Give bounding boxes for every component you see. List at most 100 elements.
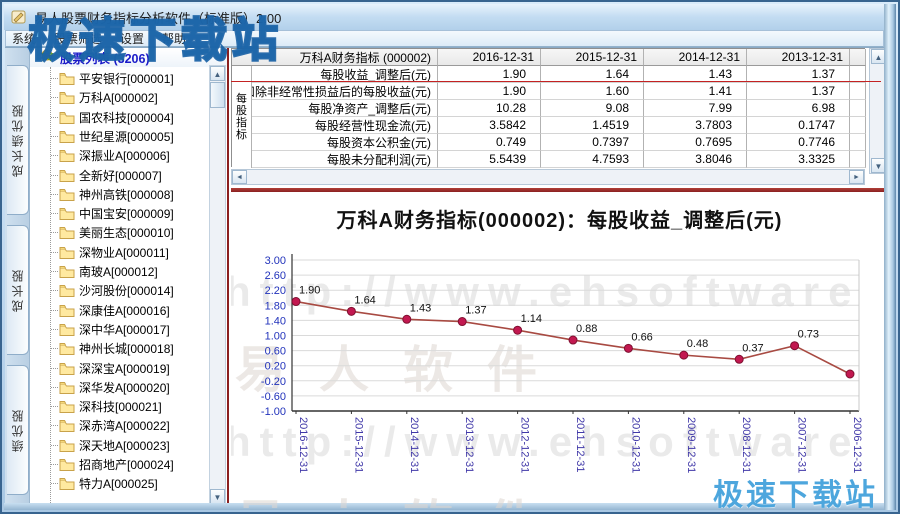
- folder-icon: [59, 304, 75, 317]
- tree-item-label: 平安银行[000001]: [79, 70, 174, 87]
- table-cell[interactable]: 0.1747: [747, 117, 850, 134]
- stock-list-title: 股票列表 (3206): [60, 48, 150, 67]
- tree-branch-line: [51, 117, 58, 118]
- tree-item[interactable]: 美丽生态[000010]: [30, 223, 174, 242]
- menu-item-3[interactable]: 设置: [120, 30, 144, 47]
- y-tick-label: 0.20: [265, 361, 286, 373]
- tree-item-label: 沙河股份[000014]: [79, 282, 174, 299]
- table-row-label[interactable]: 每股未分配利润(元): [252, 151, 438, 168]
- table-cell[interactable]: 1.41: [644, 83, 747, 100]
- folder-icon: [59, 72, 75, 85]
- table-corner-header: 万科A财务指标 (000002): [232, 49, 438, 66]
- table-cell[interactable]: 3.7803: [644, 117, 747, 134]
- table-cell[interactable]: 3.5842: [438, 117, 541, 134]
- tree-item[interactable]: 深赤湾A[000022]: [30, 416, 170, 435]
- table-column-header[interactable]: 2013-12-31: [747, 49, 850, 66]
- x-tick-label: 2006-12-31: [851, 417, 863, 473]
- tree-item[interactable]: 深中华A[000017]: [30, 320, 170, 339]
- tree-item[interactable]: 世纪星源[000005]: [30, 127, 174, 146]
- tree-branch-line: [51, 78, 58, 79]
- table-column-header[interactable]: 2014-12-31: [644, 49, 747, 66]
- table-row-label[interactable]: 每股资本公积金(元): [252, 134, 438, 151]
- tree-item-label: 招商地产[000024]: [79, 456, 174, 473]
- scroll-down-icon[interactable]: ▼: [210, 489, 225, 504]
- stock-tree: 平安银行[000001]万科A[000002] 国农科技[000004]世纪星源[…: [30, 67, 209, 508]
- y-tick-label: 2.60: [265, 270, 286, 282]
- tree-item[interactable]: 神州长城[000018]: [30, 339, 174, 358]
- tree-item[interactable]: 深深宝A[000019]: [30, 359, 170, 378]
- tree-item[interactable]: 深华发A[000020]: [30, 378, 170, 397]
- table-cell[interactable]: 6.98: [747, 100, 850, 117]
- menu-item-1[interactable]: 系统: [12, 30, 36, 47]
- table-cell[interactable]: 3.3325: [747, 151, 850, 168]
- table-cell[interactable]: 9.08: [541, 100, 644, 117]
- table-cell[interactable]: 3.8046: [644, 151, 747, 168]
- table-cell[interactable]: 0.7397: [541, 134, 644, 151]
- table-row-label[interactable]: 每股净资产_调整后(元): [252, 100, 438, 117]
- table-cell[interactable]: 1.60: [541, 83, 644, 100]
- y-tick-label: 1.00: [265, 331, 286, 343]
- tree-item[interactable]: 招商地产[000024]: [30, 455, 174, 474]
- table-cell[interactable]: 1.90: [438, 83, 541, 100]
- data-point: [347, 307, 355, 315]
- stock-list-root[interactable]: 股票列表 (3206): [30, 48, 227, 67]
- tree-item[interactable]: 深康佳A[000016]: [30, 301, 170, 320]
- table-row-label[interactable]: 扣除非经常性损益后的每股收益(元): [252, 83, 438, 100]
- table-cell[interactable]: 4.7593: [541, 151, 644, 168]
- tree-item[interactable]: 深科技[000021]: [30, 397, 162, 416]
- table-cell[interactable]: 10.28: [438, 100, 541, 117]
- tree-item[interactable]: 南玻A[000012]: [30, 262, 158, 281]
- data-point-label: 1.90: [299, 285, 320, 297]
- stock-list-scrollbar[interactable]: ▲ ▼: [209, 65, 226, 505]
- y-tick-label: -1.00: [261, 406, 286, 418]
- table-column-header[interactable]: 2016-12-31: [438, 49, 541, 66]
- tree-item[interactable]: 深物业A[000011]: [30, 243, 169, 262]
- tree-item[interactable]: 深振业A[000006]: [30, 146, 170, 165]
- tree-branch-line: [51, 136, 58, 137]
- table-row-stub: [850, 100, 866, 117]
- scrollbar-thumb[interactable]: [210, 82, 225, 108]
- folder-icon: [59, 342, 75, 355]
- side-tab-1[interactable]: 成长绩优股: [7, 65, 29, 215]
- side-tab-3[interactable]: 绩优股: [7, 365, 29, 495]
- table-row-label[interactable]: 每股经营性现金流(元): [252, 117, 438, 134]
- y-tick-label: 1.40: [265, 315, 286, 327]
- table-hscrollbar[interactable]: ◄ ►: [231, 169, 865, 185]
- tree-item[interactable]: 国农科技[000004]: [30, 108, 174, 127]
- tree-item[interactable]: 中国宝安[000009]: [30, 204, 174, 223]
- scroll-up-icon[interactable]: ▲: [210, 66, 225, 81]
- side-tab-2[interactable]: 成长股: [7, 225, 29, 355]
- tree-branch-line: [51, 271, 58, 272]
- tree-branch-line: [51, 155, 58, 156]
- window-title: 易人股票财务指标分析软件（标准版）2.00: [35, 8, 281, 27]
- table-scroll-right-icon[interactable]: ►: [849, 170, 864, 184]
- data-point-label: 0.88: [576, 323, 597, 335]
- client-area: 成长绩优股成长股绩优股 股票列表 (3206) 平安银行[000001]万科A[…: [5, 47, 888, 507]
- table-cell[interactable]: 0.7695: [644, 134, 747, 151]
- table-scroll-left-icon[interactable]: ◄: [232, 170, 247, 184]
- table-cell[interactable]: 1.37: [747, 83, 850, 100]
- tree-item[interactable]: 万科A[000002]: [30, 88, 158, 107]
- table-cell[interactable]: 0.7746: [747, 134, 850, 151]
- table-cell[interactable]: 5.5439: [438, 151, 541, 168]
- tree-item[interactable]: 深天地A[000023]: [30, 436, 170, 455]
- table-cell[interactable]: 1.4519: [541, 117, 644, 134]
- title-bar[interactable]: 易人股票财务指标分析软件（标准版）2.00: [4, 4, 896, 30]
- menu-item-2[interactable]: 股票筛选: [54, 30, 102, 47]
- menu-item-4[interactable]: 帮助: [162, 30, 186, 47]
- table-column-header[interactable]: 2015-12-31: [541, 49, 644, 66]
- data-point-label: 0.66: [631, 331, 652, 343]
- folder-icon: [59, 381, 75, 394]
- tree-item[interactable]: 特力A[000025]: [30, 474, 158, 493]
- tree-item-label: 国农科技[000004]: [79, 109, 174, 126]
- tree-item[interactable]: 平安银行[000001]: [30, 69, 174, 88]
- tree-item[interactable]: 沙河股份[000014]: [30, 281, 174, 300]
- table-header-stub: [850, 49, 866, 66]
- folder-icon: [59, 419, 75, 432]
- tree-item[interactable]: 全新好[000007]: [30, 166, 162, 185]
- table-cell[interactable]: 7.99: [644, 100, 747, 117]
- tree-branch-line: [51, 368, 58, 369]
- tree-item[interactable]: 神州高铁[000008]: [30, 185, 174, 204]
- folder-icon: [59, 323, 75, 336]
- table-cell[interactable]: 0.749: [438, 134, 541, 151]
